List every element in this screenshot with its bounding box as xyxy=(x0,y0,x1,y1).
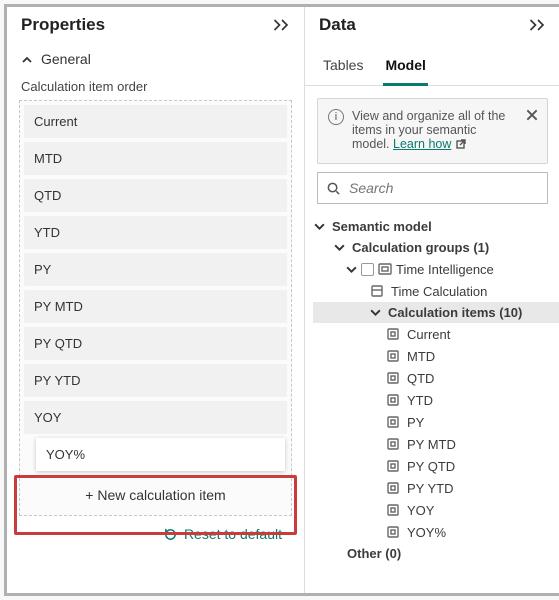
info-banner: i View and organize all of the items in … xyxy=(317,98,548,164)
info-icon: i xyxy=(328,109,344,125)
tree-time-calculation[interactable]: Time Calculation xyxy=(313,280,559,302)
external-link-icon xyxy=(455,138,467,153)
model-tree: Semantic model Calculation groups (1) Ti… xyxy=(305,212,559,564)
tree-leaf[interactable]: MTD xyxy=(313,345,559,367)
chevron-down-icon xyxy=(333,241,346,254)
chevron-down-icon xyxy=(313,220,326,233)
search-field[interactable] xyxy=(347,179,539,197)
order-item[interactable]: YOY xyxy=(24,401,287,434)
reset-label: Reset to default xyxy=(184,526,282,542)
tree-leaf[interactable]: Current xyxy=(313,323,559,345)
item-icon xyxy=(385,370,401,386)
tree-leaf[interactable]: PY YTD xyxy=(313,477,559,499)
general-label: General xyxy=(41,51,91,67)
item-icon xyxy=(385,458,401,474)
order-item[interactable]: PY MTD xyxy=(24,290,287,323)
learn-how-link[interactable]: Learn how xyxy=(393,137,451,151)
collapse-icon[interactable] xyxy=(528,17,548,33)
chevron-down-icon xyxy=(369,306,382,319)
collapse-icon[interactable] xyxy=(272,17,292,33)
reset-button[interactable]: Reset to default xyxy=(7,516,304,552)
tree-calc-groups[interactable]: Calculation groups (1) xyxy=(313,237,559,258)
order-item[interactable]: PY xyxy=(24,253,287,286)
search-input[interactable] xyxy=(317,172,548,204)
data-title: Data xyxy=(319,15,356,35)
tab-tables[interactable]: Tables xyxy=(321,53,365,85)
tree-leaf[interactable]: YTD xyxy=(313,389,559,411)
order-item[interactable]: MTD xyxy=(24,142,287,175)
chevron-down-icon xyxy=(345,263,358,276)
tree-calc-items[interactable]: Calculation items (10) xyxy=(313,302,559,323)
order-item[interactable]: PY YTD xyxy=(24,364,287,397)
order-item[interactable]: Current xyxy=(24,105,287,138)
tree-other[interactable]: Other (0) xyxy=(313,543,559,564)
general-section[interactable]: General xyxy=(7,41,304,75)
calc-order-label: Calculation item order xyxy=(7,75,304,100)
order-item[interactable]: YTD xyxy=(24,216,287,249)
tree-time-intelligence[interactable]: Time Intelligence xyxy=(313,258,559,280)
item-icon xyxy=(385,392,401,408)
tree-root[interactable]: Semantic model xyxy=(313,216,559,237)
close-icon[interactable] xyxy=(525,108,539,125)
group-icon xyxy=(377,261,393,277)
item-icon xyxy=(385,480,401,496)
item-icon xyxy=(385,348,401,364)
tree-leaf[interactable]: YOY xyxy=(313,499,559,521)
new-item-input[interactable]: YOY% xyxy=(36,438,285,471)
item-icon xyxy=(385,436,401,452)
calc-item-order-list: Current MTD QTD YTD PY PY MTD PY QTD PY … xyxy=(19,100,292,516)
tree-leaf[interactable]: QTD xyxy=(313,367,559,389)
tree-leaf[interactable]: PY QTD xyxy=(313,455,559,477)
item-icon xyxy=(385,502,401,518)
item-icon xyxy=(385,524,401,540)
order-item[interactable]: PY QTD xyxy=(24,327,287,360)
properties-title: Properties xyxy=(21,15,105,35)
item-icon xyxy=(385,414,401,430)
checkbox-icon[interactable] xyxy=(361,263,374,276)
tree-leaf[interactable]: PY MTD xyxy=(313,433,559,455)
tree-leaf[interactable]: YOY% xyxy=(313,521,559,543)
chevron-up-icon xyxy=(21,53,33,65)
tree-leaf[interactable]: PY xyxy=(313,411,559,433)
new-calc-item-button[interactable]: + New calculation item xyxy=(20,477,291,515)
order-item[interactable]: QTD xyxy=(24,179,287,212)
field-icon xyxy=(369,283,385,299)
item-icon xyxy=(385,326,401,342)
tab-model[interactable]: Model xyxy=(383,53,427,86)
